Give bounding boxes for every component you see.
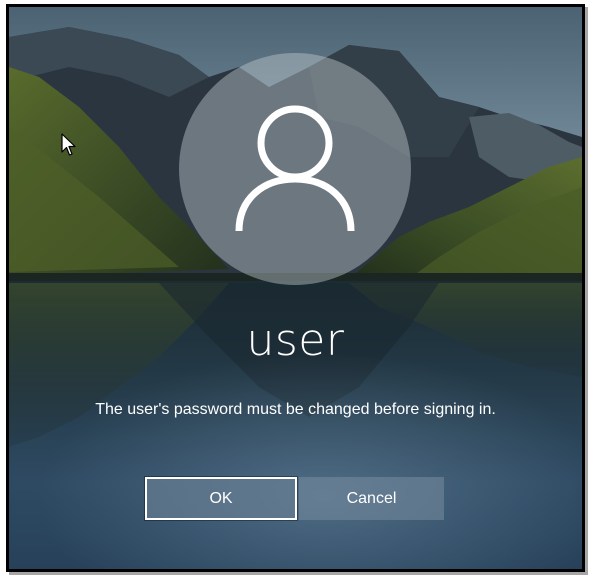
mouse-pointer-icon — [61, 133, 76, 156]
login-window: user The user's password must be changed… — [6, 4, 585, 572]
password-change-message: The user's password must be changed befo… — [95, 401, 496, 418]
ok-button[interactable]: OK — [145, 477, 297, 520]
lock-screen: user The user's password must be changed… — [9, 7, 582, 569]
user-silhouette-icon — [235, 105, 355, 232]
cancel-button[interactable]: Cancel — [299, 477, 444, 520]
user-avatar — [179, 53, 411, 285]
username-label: user — [246, 315, 345, 366]
